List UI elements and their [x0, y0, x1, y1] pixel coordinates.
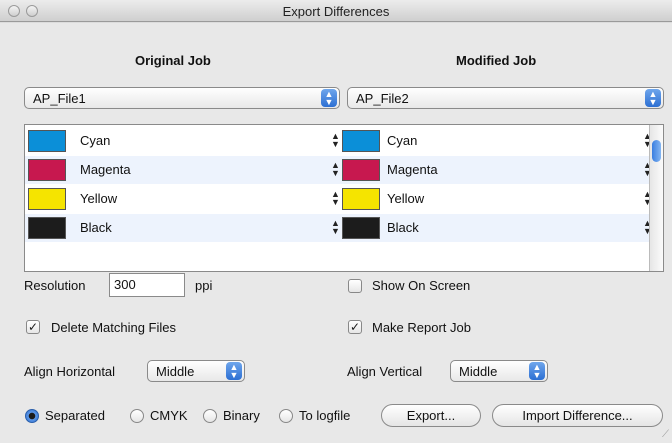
resolution-input[interactable]: 300 [109, 273, 185, 297]
scroll-thumb[interactable] [652, 140, 661, 162]
cyan-swatch-left [28, 130, 66, 152]
dialog-content: Original Job Modified Job AP_File1 ▲ ▼ AP… [0, 23, 672, 443]
checkmark-icon: ✓ [349, 320, 361, 334]
stepper-icon[interactable]: ▲ ▼ [331, 190, 340, 207]
make-report-job-checkbox[interactable]: ✓ [348, 320, 362, 334]
align-vertical-select[interactable]: Middle ▲ ▼ [450, 360, 548, 382]
cmyk-label: CMYK [150, 408, 188, 423]
binary-radio[interactable] [203, 409, 217, 423]
yellow-swatch-left [28, 188, 66, 210]
black-swatch-right [342, 217, 380, 239]
to-logfile-radio[interactable] [279, 409, 293, 423]
delete-matching-files-label: Delete Matching Files [51, 320, 176, 335]
updown-arrow-icon: ▲ ▼ [645, 89, 661, 107]
yellow-swatch-right [342, 188, 380, 210]
updown-arrow-icon: ▲ ▼ [529, 362, 545, 380]
magenta-swatch-right [342, 159, 380, 181]
make-report-job-label: Make Report Job [372, 320, 471, 335]
align-horizontal-label: Align Horizontal [24, 364, 116, 379]
align-vertical-label: Align Vertical [347, 364, 423, 379]
export-button[interactable]: Export... [381, 404, 481, 427]
stepper-icon[interactable]: ▲ ▼ [331, 161, 340, 178]
original-job-value: AP_File1 [33, 91, 86, 106]
separation-row-yellow[interactable]: Yellow ▲ ▼ Yellow ▲ ▼ [25, 185, 652, 213]
resolution-label: Resolution [24, 278, 86, 293]
separation-row-black[interactable]: Black ▲ ▼ Black ▲ ▼ [25, 214, 652, 242]
checkmark-icon: ✓ [27, 320, 39, 334]
align-horizontal-select[interactable]: Middle ▲ ▼ [147, 360, 245, 382]
window-title: Export Differences [282, 4, 390, 19]
cmyk-radio[interactable] [130, 409, 144, 423]
separation-name: Black [80, 220, 112, 235]
to-logfile-label: To logfile [299, 408, 351, 423]
align-vertical-value: Middle [459, 364, 498, 379]
magenta-swatch-left [28, 159, 66, 181]
binary-label: Binary [223, 408, 260, 423]
resolution-unit: ppi [195, 278, 213, 293]
separations-list: Cyan ▲ ▼ Cyan ▲ ▼ Magenta ▲ ▼ Magenta ▲ ▼ Ye… [24, 124, 664, 272]
separation-name: Black [387, 220, 419, 235]
stepper-icon[interactable]: ▲ ▼ [331, 219, 340, 236]
separation-name: Yellow [387, 191, 425, 206]
separation-row-cyan[interactable]: Cyan ▲ ▼ Cyan ▲ ▼ [25, 127, 652, 155]
modified-job-heading: Modified Job [456, 53, 537, 68]
updown-arrow-icon: ▲ ▼ [226, 362, 242, 380]
separation-name: Cyan [387, 133, 418, 148]
separation-name: Cyan [80, 133, 111, 148]
original-job-select[interactable]: AP_File1 ▲ ▼ [24, 87, 340, 109]
updown-arrow-icon: ▲ ▼ [321, 89, 337, 107]
resize-grip-icon[interactable]: ⟋ [662, 429, 669, 440]
separation-name: Yellow [80, 191, 118, 206]
separated-radio[interactable] [25, 409, 39, 423]
separation-row-magenta[interactable]: Magenta ▲ ▼ Magenta ▲ ▼ [25, 156, 652, 184]
delete-matching-files-checkbox[interactable]: ✓ [26, 320, 40, 334]
original-job-heading: Original Job [135, 53, 211, 68]
separation-name: Magenta [387, 162, 438, 177]
separated-label: Separated [45, 408, 105, 423]
list-scrollbar[interactable] [649, 125, 663, 271]
align-horizontal-value: Middle [156, 364, 195, 379]
show-on-screen-label: Show On Screen [372, 278, 471, 293]
modified-job-value: AP_File2 [356, 91, 409, 106]
modified-job-select[interactable]: AP_File2 ▲ ▼ [347, 87, 664, 109]
cyan-swatch-right [342, 130, 380, 152]
black-swatch-left [28, 217, 66, 239]
separation-name: Magenta [80, 162, 131, 177]
show-on-screen-checkbox[interactable] [348, 279, 362, 293]
import-difference-button[interactable]: Import Difference... [492, 404, 663, 427]
stepper-icon[interactable]: ▲ ▼ [331, 132, 340, 149]
title-bar: Export Differences [0, 0, 672, 22]
